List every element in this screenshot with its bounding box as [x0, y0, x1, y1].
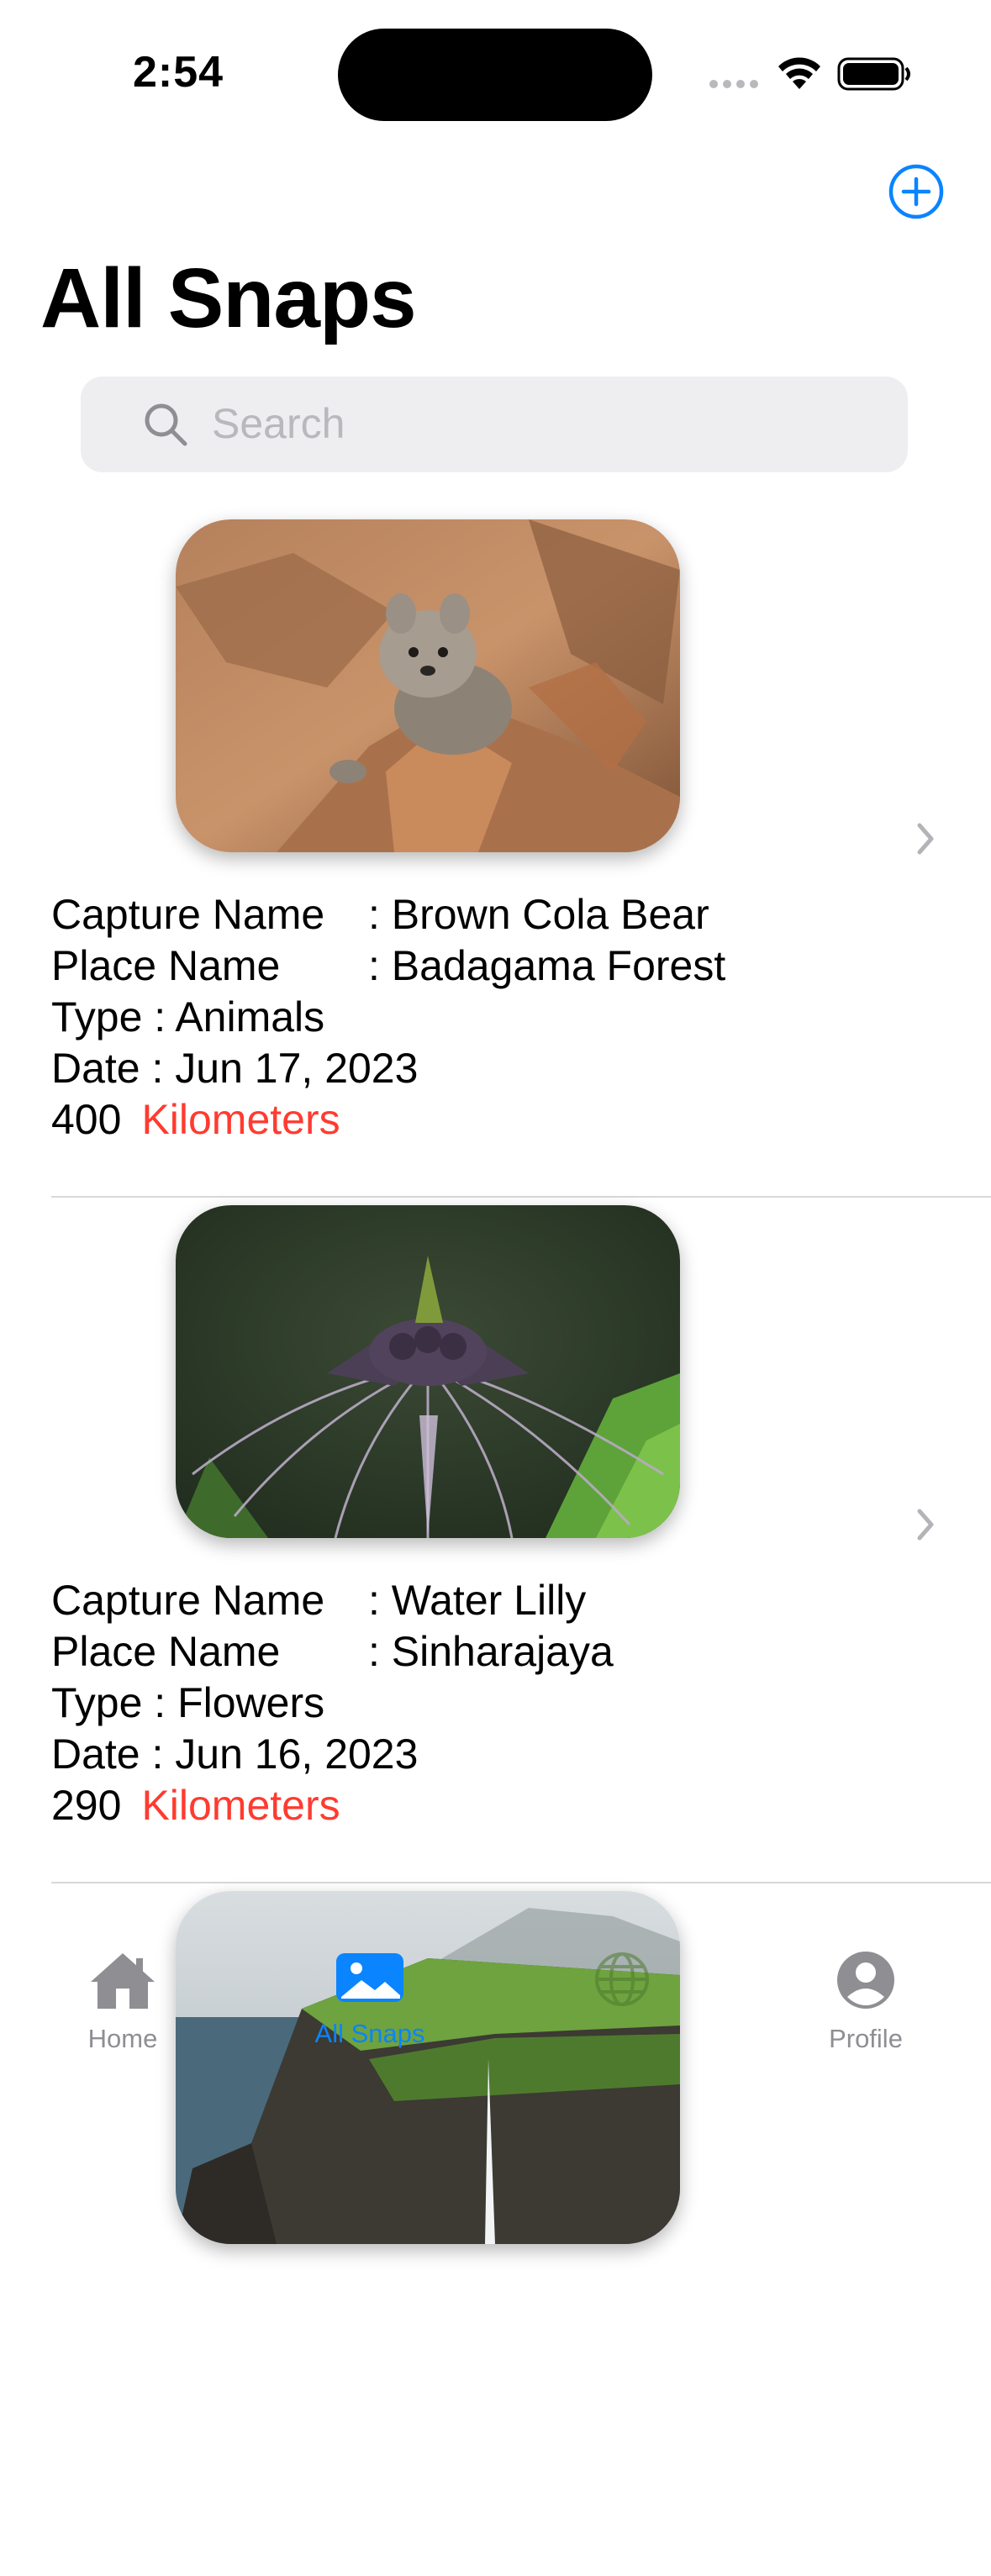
- row-divider: [51, 1196, 991, 1198]
- house-icon: [91, 1953, 155, 2009]
- capture-name-value: : Brown Cola Bear: [368, 891, 709, 938]
- snap-photo-flower: [176, 1205, 680, 1538]
- distance-unit: Kilometers: [141, 1782, 340, 1829]
- snap-row[interactable]: Capture Name : Brown Cola Bear Place Name…: [0, 519, 991, 1204]
- place-name-label: Place Name: [51, 942, 281, 989]
- snap-date: Date : Jun 16, 2023: [51, 1731, 419, 1778]
- snap-type: Type : Animals: [51, 993, 325, 1040]
- tab-home[interactable]: Home: [72, 1950, 173, 2054]
- tab-profile[interactable]: Profile: [815, 1950, 916, 2054]
- person-circle-icon: [837, 1952, 894, 2009]
- snaps-list: Capture Name : Brown Cola Bear Place Name…: [0, 0, 991, 2244]
- distance-value: 290: [51, 1782, 122, 1829]
- globe-icon: [595, 1952, 649, 2006]
- place-name-value: : Badagama Forest: [368, 942, 726, 989]
- distance-unit: Kilometers: [141, 1096, 340, 1143]
- place-name-value: : Sinharajaya: [368, 1628, 614, 1675]
- snap-details: Capture Name : Water Lilly Place Name : Si…: [51, 1575, 614, 1831]
- distance-value: 400: [51, 1096, 122, 1143]
- place-name-label: Place Name: [51, 1628, 281, 1675]
- chevron-right-icon: [917, 1509, 934, 1541]
- capture-name-label: Capture Name: [51, 1577, 325, 1624]
- snap-date: Date : Jun 17, 2023: [51, 1045, 419, 1092]
- snap-details: Capture Name : Brown Cola Bear Place Name…: [51, 889, 725, 1146]
- snap-photo-animal: [176, 519, 680, 852]
- tab-home-label: Home: [87, 2024, 158, 2053]
- capture-name-value: : Water Lilly: [368, 1577, 587, 1624]
- tab-bar: Home All Snaps Profile: [0, 1916, 991, 2148]
- snap-row[interactable]: Capture Name : Water Lilly Place Name : Si…: [0, 1205, 991, 1890]
- tab-all-snaps-label: All Snaps: [314, 2019, 425, 2048]
- tab-map[interactable]: [580, 1950, 664, 2015]
- tab-all-snaps[interactable]: All Snaps: [303, 1950, 437, 2049]
- tab-profile-label: Profile: [829, 2024, 903, 2053]
- chevron-right-icon: [917, 823, 934, 855]
- capture-name-label: Capture Name: [51, 891, 325, 938]
- snap-type: Type : Flowers: [51, 1679, 325, 1726]
- photo-icon: [336, 1953, 403, 2002]
- row-divider: [51, 1882, 991, 1883]
